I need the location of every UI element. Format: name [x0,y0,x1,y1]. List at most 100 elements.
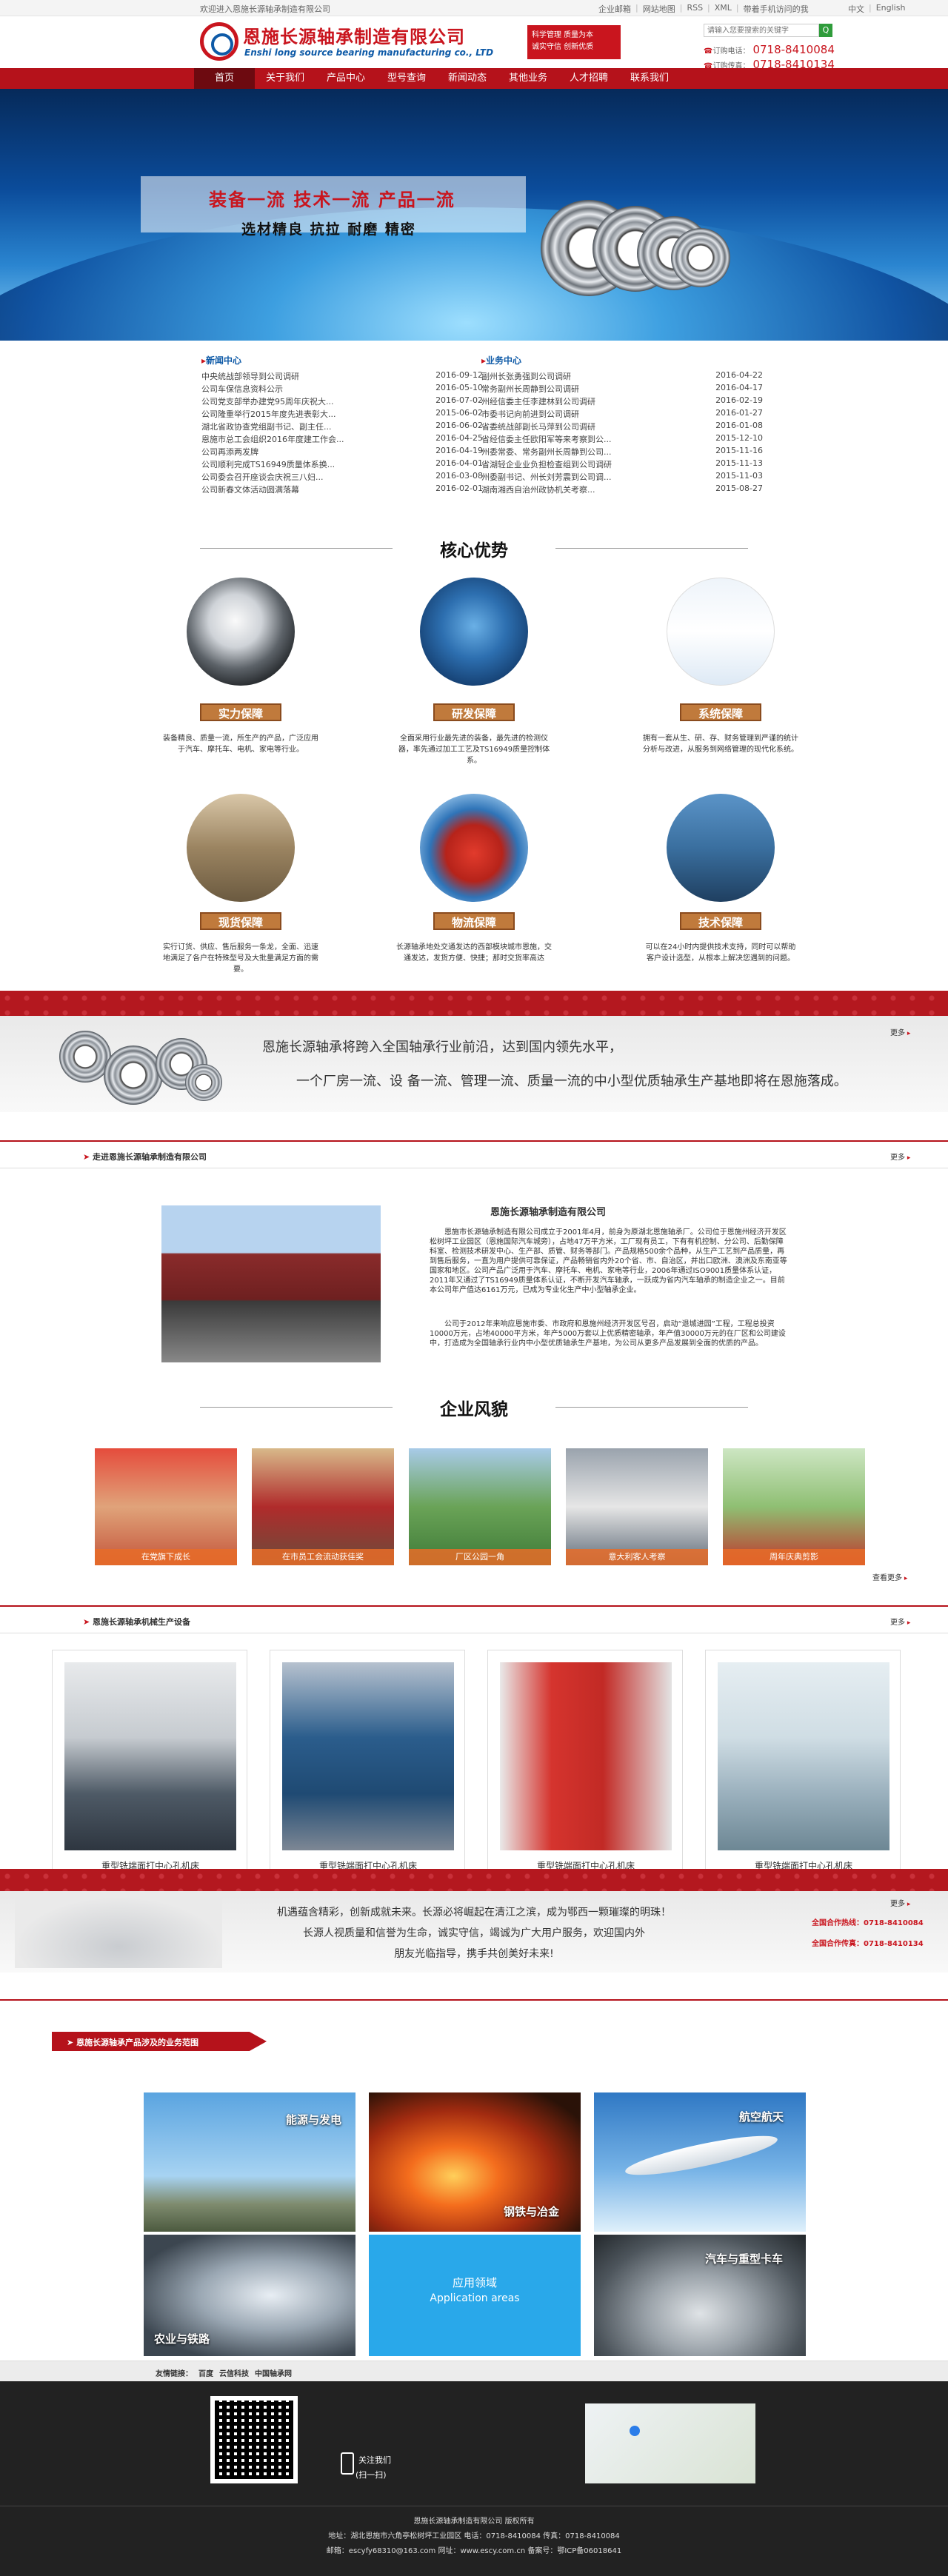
friend-link[interactable]: 中国轴承网 [255,2367,292,2378]
news-item[interactable]: 省湖轻企业业负担检查组到公司调研 2015-11-13 [481,458,763,470]
top-link-sitemap[interactable]: 网站地图 [643,3,675,15]
news-item[interactable]: 公司再添两发牌 2016-04-19 [201,446,483,458]
top-link-rss[interactable]: RSS [687,3,703,15]
nav-jobs[interactable]: 人才招聘 [558,68,619,89]
style-caption: 周年庆典剪影 [723,1549,865,1565]
friend-links: 友情链接： 百度 云信科技 中国轴承网 [0,2361,948,2381]
app-tile-application-areas[interactable]: 应用领域 Application areas [369,2235,581,2356]
news-item[interactable]: 常务副州长周静到公司调研 2016-04-17 [481,383,763,395]
about-header-bar: ➤ 走进恩施长源轴承制造有限公司 更多 [0,1140,948,1168]
nav-products[interactable]: 产品中心 [316,68,376,89]
app-tile-aerospace[interactable]: 航空航天 [594,2092,806,2232]
app-tile-automotive[interactable]: 汽车与重型卡车 [594,2235,806,2356]
equipment-card[interactable]: 重型铣端面打中心孔机床 [270,1650,465,1881]
more-link[interactable]: 更多 [890,1026,910,1037]
lang-chinese[interactable]: 中文 [848,3,864,15]
style-photo[interactable]: 在市员工会流动获佳奖 [252,1448,394,1565]
news-item[interactable]: 公司顺利完成TS16949质量体系换... 2016-04-01 [201,458,483,470]
news-title: 公司新春文体活动圆满落幕 [201,485,299,495]
app-center-label: 应用领域 [452,2276,497,2289]
header-slogan: 科学管理 质量为本 诚实守信 创新优质 [527,25,621,59]
decorative-strip [0,991,948,1016]
equipment-card[interactable]: 重型铣端面打中心孔机床 [52,1650,247,1881]
top-link-email[interactable]: 企业邮箱 [598,3,631,15]
news-title: 公司顺利完成TS16949质量体系换... [201,460,336,469]
equipment-card[interactable]: 重型铣端面打中心孔机床 [487,1650,683,1881]
news-center-heading[interactable]: ▸新闻中心 [201,354,241,367]
equipment-card[interactable]: 重型铣端面打中心孔机床 [705,1650,901,1881]
app-label: 能源与发电 [286,2113,342,2127]
news-item[interactable]: 恩施市总工会组织2016年度建工作会... 2016-04-25 [201,433,483,445]
more-link[interactable]: 更多 [890,1616,910,1627]
friend-link[interactable]: 百度 [198,2367,213,2378]
advantage-tag: 物流保障 [433,912,515,930]
lang-english[interactable]: English [876,3,906,15]
nav-contact[interactable]: 联系我们 [619,68,680,89]
fax-line: 全国合作传真：0718-8410134 [812,1940,924,1948]
app-label: 航空航天 [739,2110,784,2124]
news-item[interactable]: 省委统战部副长马萍到公司调研 2016-01-08 [481,421,763,432]
top-link-xml[interactable]: XML [715,3,732,15]
news-item[interactable]: 副州长张勇强到公司调研 2016-04-22 [481,370,763,382]
equipment-header-bar: ➤ 恩施长源轴承机械生产设备 更多 [0,1605,948,1633]
news-title: 中央统战部领导到公司调研 [201,372,299,381]
nav-about[interactable]: 关于我们 [255,68,316,89]
app-tile-rail[interactable]: 农业与铁路 [144,2235,356,2356]
news-item[interactable]: 省经信委主任欧阳军等来考察到公... 2015-12-10 [481,433,763,445]
app-tile-steel[interactable]: 钢铁与冶金 [369,2092,581,2232]
news-item[interactable]: 州经信委主任李建林到公司调研 2016-02-19 [481,395,763,407]
news-item[interactable]: 州委常委、常务副州长周静到公司... 2015-11-16 [481,446,763,458]
news-item[interactable]: 公司委会召开座谈会庆祝三八妇... 2016-03-08 [201,471,483,483]
advantage-tag: 实力保障 [200,703,281,721]
friend-link[interactable]: 云信科技 [219,2367,249,2378]
banner-headline: 装备一流 技术一流 产品一流 [209,190,455,210]
order-phone: ☎订购电话： 0718-8410084 [704,43,835,56]
news-date: 2016-09-12 [435,370,483,380]
nav-business[interactable]: 其他业务 [498,68,558,89]
nav-models[interactable]: 型号查询 [376,68,437,89]
scan-hint: (扫一扫) [356,2470,387,2480]
app-center-sublabel: Application areas [430,2292,520,2304]
news-date: 2016-06-02 [435,421,483,430]
more-link[interactable]: 更多 [890,1151,910,1162]
news-item[interactable]: 湖南湘西自治州政协机关考察... 2015-08-27 [481,484,763,495]
divider [200,1407,393,1408]
slogan-band: 更多 恩施长源轴承将跨入全国轴承行业前沿，达到国内领先水平， 一个厂房一流、设 … [0,1016,948,1112]
news-item[interactable]: 公司党支部举办建党95周年庆祝大... 2016-07-02 [201,395,483,407]
business-center-heading[interactable]: ▸业务中心 [481,354,521,367]
search-input[interactable] [704,24,819,37]
hero-banner[interactable]: 装备一流 技术一流 产品一流 选材精良 抗拉 耐磨 精密 [0,89,948,341]
nav-home[interactable]: 首页 [194,68,255,89]
news-item[interactable]: 公司隆重举行2015年度先进表彰大... 2015-06-02 [201,408,483,420]
style-photo[interactable]: 意大利客人考察 [566,1448,708,1565]
logo-icon[interactable] [200,22,238,61]
news-title: 公司委会召开座谈会庆祝三八妇... [201,472,324,482]
motto-band: 更多 机遇蕴含精彩，创新成就未来。长源必将崛起在清江之滨，成为鄂西一颗璀璨的明珠… [0,1891,948,1973]
style-photo[interactable]: 厂区公园一角 [409,1448,551,1565]
more-link[interactable]: 更多 [890,1897,910,1908]
search-button[interactable]: Q [819,24,832,37]
advantage-text: 全面采用行业最先进的装备，最先进的检测仪器，率先通过加工工艺及TS16949质量… [398,735,550,765]
news-title: 公司再添两发牌 [201,447,258,457]
footer-address: 地址：湖北恩施市六角亭松树坪工业园区 电话：0718-8410084 传真：07… [328,2532,620,2540]
news-item[interactable]: 湖北省政协查党组副书记、副主任... 2016-06-02 [201,421,483,432]
main-nav: 首页 关于我们 产品中心 型号查询 新闻动态 其他业务 人才招聘 联系我们 [0,68,948,89]
news-item[interactable]: 公司新春文体活动圆满落幕 2016-02-01 [201,484,483,495]
news-item[interactable]: 市委书记向前进到公司调研 2016-01-27 [481,408,763,420]
advantage-tag: 现货保障 [200,912,281,930]
news-title: 湖南湘西自治州政协机关考察... [481,485,595,495]
map-image[interactable] [585,2403,755,2483]
style-photo[interactable]: 周年庆典剪影 [723,1448,865,1565]
app-tile-energy[interactable]: 能源与发电 [144,2092,356,2232]
divider [555,1407,748,1408]
advantage-image-system [667,578,775,686]
style-caption: 厂区公园一角 [409,1549,551,1565]
news-item[interactable]: 公司车保信息资料公示 2016-05-10 [201,383,483,395]
news-item[interactable]: 州委副书记、州长刘芳震到公司调... 2015-11-03 [481,471,763,483]
news-item[interactable]: 中央统战部领导到公司调研 2016-09-12 [201,370,483,382]
nav-news[interactable]: 新闻动态 [437,68,498,89]
top-link-mobile[interactable]: 带着手机访问的我 [744,3,809,15]
app-label: 钢铁与冶金 [504,2205,560,2218]
view-more-link[interactable]: 查看更多 [872,1571,907,1582]
style-photo[interactable]: 在党旗下成长 [95,1448,237,1565]
